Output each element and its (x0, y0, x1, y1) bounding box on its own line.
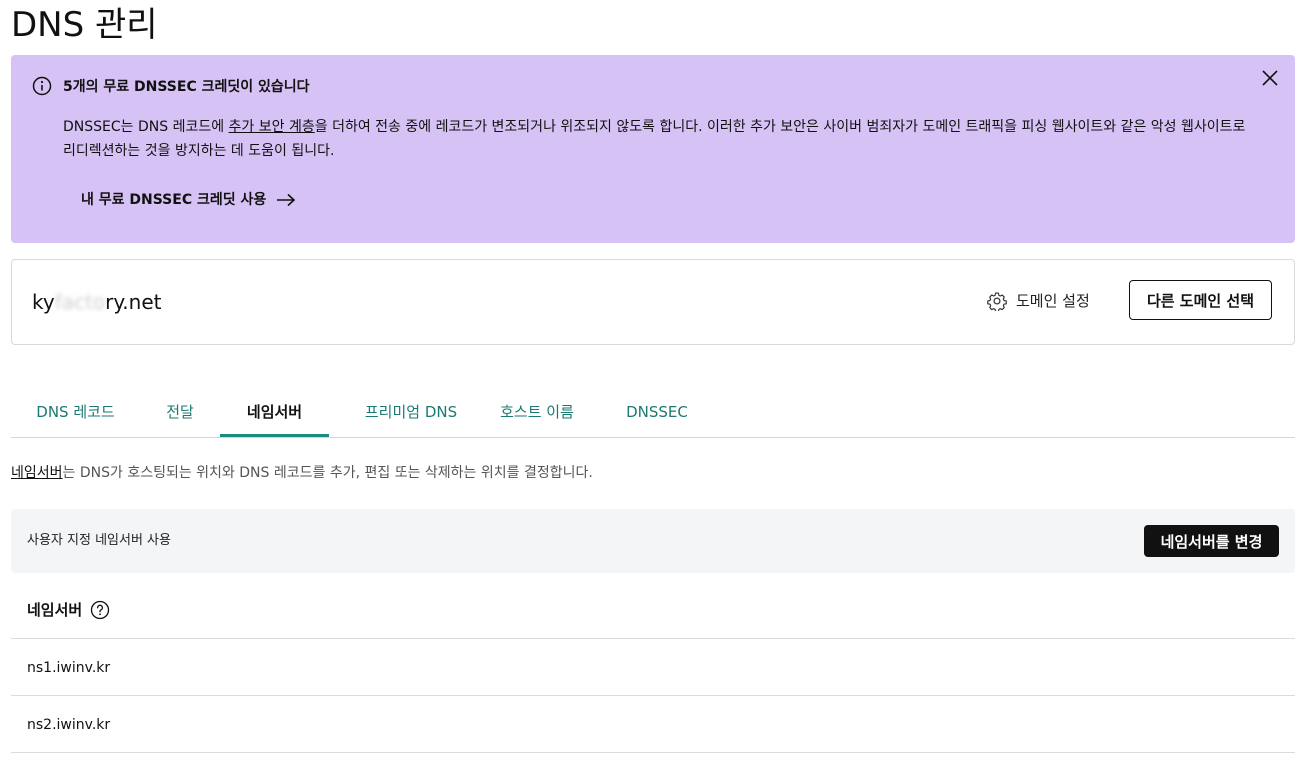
nameserver-value: ns1.iwinv.kr (27, 660, 111, 676)
select-other-domain-button[interactable]: 다른 도메인 선택 (1129, 280, 1272, 320)
help-icon[interactable] (90, 600, 110, 620)
dns-tabs: DNS 레코드 전달 네임서버 프리미엄 DNS 호스트 이름 DNSSEC (11, 391, 1295, 438)
extra-security-layer-link[interactable]: 추가 보안 계층 (229, 119, 315, 135)
change-nameservers-button[interactable]: 네임서버를 변경 (1144, 525, 1279, 557)
domain-name-start: ky (32, 290, 55, 314)
close-icon[interactable] (1259, 67, 1281, 89)
gear-icon (987, 292, 1007, 311)
dns-management-page: DNS 관리 5개의 무료 DNSSEC 크레딧이 있습니다 DNSSEC는 D… (0, 0, 1306, 761)
arrow-right-icon (277, 193, 296, 207)
nameserver-help-link[interactable]: 네임서버 (11, 465, 63, 481)
banner-body: DNSSEC는 DNS 레코드에 추가 보안 계층을 더하여 전송 중에 레코드… (63, 115, 1253, 163)
tab-forwarding[interactable]: 전달 (150, 391, 210, 435)
nameservers-header-label: 네임서버 (27, 601, 83, 619)
domain-name-end: ry.net (105, 290, 162, 314)
page-title: DNS 관리 (11, 5, 158, 45)
info-icon (32, 76, 52, 96)
nameserver-mode-label: 사용자 지정 네임서버 사용 (27, 533, 171, 548)
nameserver-description: 네임서버는 DNS가 호스팅되는 위치와 DNS 레코드를 추가, 편집 또는 … (11, 462, 593, 484)
tab-premium-dns[interactable]: 프리미엄 DNS (347, 391, 475, 435)
dnssec-credit-banner: 5개의 무료 DNSSEC 크레딧이 있습니다 DNSSEC는 DNS 레코드에… (11, 55, 1295, 243)
nameservers-header: 네임서버 (27, 598, 110, 622)
banner-body-text-start: DNSSEC는 DNS 레코드에 (63, 119, 229, 135)
tab-dnssec[interactable]: DNSSEC (615, 391, 699, 435)
domain-name-redacted: facto (54, 290, 106, 314)
tab-hostnames[interactable]: 호스트 이름 (489, 391, 585, 435)
nameserver-row: ns1.iwinv.kr (11, 638, 1295, 695)
tab-dns-records[interactable]: DNS 레코드 (23, 391, 128, 435)
cta-label: 내 무료 DNSSEC 크레딧 사용 (81, 192, 267, 208)
domain-settings-button[interactable]: 도메인 설정 (987, 290, 1090, 311)
nameserver-row: ns2.iwinv.kr (11, 695, 1295, 752)
table-divider (11, 752, 1295, 753)
tab-nameservers[interactable]: 네임서버 (220, 391, 329, 437)
domain-name: kyfactory.net (32, 288, 161, 316)
nameserver-value: ns2.iwinv.kr (27, 717, 111, 733)
description-text: 는 DNS가 호스팅되는 위치와 DNS 레코드를 추가, 편집 또는 삭제하는… (62, 465, 593, 481)
banner-title: 5개의 무료 DNSSEC 크레딧이 있습니다 (63, 79, 310, 95)
nameserver-mode-bar: 사용자 지정 네임서버 사용 네임서버를 변경 (11, 509, 1295, 573)
use-dnssec-credit-link[interactable]: 내 무료 DNSSEC 크레딧 사용 (81, 188, 296, 212)
domain-card: kyfactory.net 도메인 설정 다른 도메인 선택 (11, 259, 1295, 345)
domain-settings-label: 도메인 설정 (1016, 292, 1090, 310)
